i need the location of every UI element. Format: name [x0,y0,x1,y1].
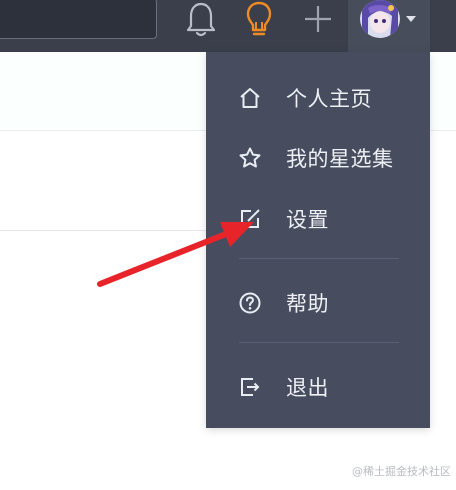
lightbulb-icon[interactable] [242,0,276,40]
menu-item-home[interactable]: 个人主页 [206,73,430,123]
home-icon [240,88,260,108]
menu-divider [239,342,399,343]
content-divider [0,230,210,231]
plus-icon[interactable] [302,0,334,40]
user-menu-trigger[interactable] [348,0,430,52]
menu-item-settings[interactable]: 设置 [206,194,430,244]
menu-item-help[interactable]: 帮助 [206,278,430,328]
avatar[interactable] [360,0,400,38]
menu-item-label: 帮助 [286,292,329,316]
top-navigation-bar [0,0,456,52]
menu-item-collections[interactable]: 我的星选集 [206,133,430,183]
menu-item-label: 设置 [286,208,329,232]
menu-divider [239,258,399,259]
menu-item-label: 个人主页 [286,87,372,111]
menu-item-label: 我的星选集 [286,147,394,171]
watermark: @稀土掘金技术社区 [352,465,451,478]
caret-down-icon[interactable] [406,16,416,22]
help-icon [239,292,261,314]
bell-icon[interactable] [184,0,218,40]
user-dropdown-menu: 个人主页 我的星选集 设置 帮助 退出 [206,52,430,428]
logout-icon [241,378,260,396]
menu-item-logout[interactable]: 退出 [206,362,430,412]
search-input[interactable] [0,0,157,39]
edit-icon [241,209,260,228]
menu-item-label: 退出 [286,376,329,400]
star-icon [239,147,261,168]
